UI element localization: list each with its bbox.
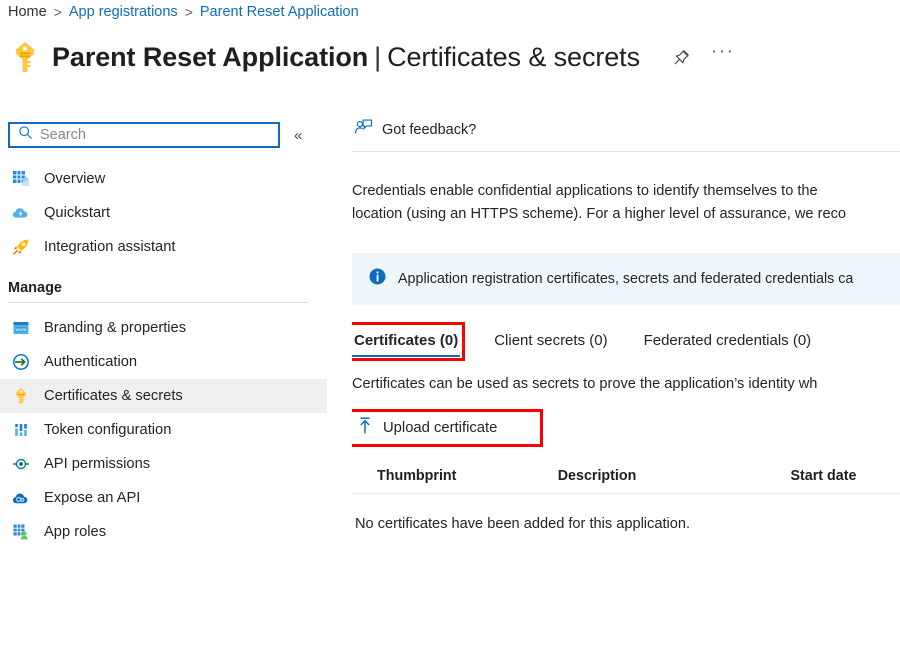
ellipsis-icon[interactable]: ··· xyxy=(711,47,734,67)
page-header-actions: ··· xyxy=(672,47,734,67)
sidebar-item-token-configuration[interactable]: Token configuration xyxy=(0,413,327,447)
got-feedback-button[interactable]: Got feedback? xyxy=(352,112,900,148)
sidebar-item-api-permissions[interactable]: API permissions xyxy=(0,447,327,481)
sidebar-item-label: Certificates & secrets xyxy=(44,388,183,404)
svg-text:www: www xyxy=(15,328,27,333)
divider xyxy=(352,151,900,152)
info-banner-text: Application registration certificates, s… xyxy=(398,271,853,287)
expose-api-cloud-icon xyxy=(11,488,31,508)
info-icon xyxy=(368,267,387,291)
breadcrumb-item-app-registrations[interactable]: App registrations xyxy=(69,4,178,20)
column-header-description: Description xyxy=(558,468,791,484)
tab-label: Client secrets (0) xyxy=(494,332,607,349)
upload-certificate-button[interactable]: Upload certificate xyxy=(352,414,538,442)
tab-federated-credentials[interactable]: Federated credentials (0) xyxy=(642,327,814,356)
divider xyxy=(352,493,900,494)
upload-certificate-label: Upload certificate xyxy=(383,420,497,436)
sidebar-item-label: Expose an API xyxy=(44,490,140,506)
sidebar-item-label: Overview xyxy=(44,171,105,187)
breadcrumb-item-home[interactable]: Home xyxy=(8,4,47,20)
sidebar-search-row: Search « xyxy=(8,122,302,148)
sidebar-item-label: API permissions xyxy=(44,456,150,472)
search-icon xyxy=(18,125,33,145)
quickstart-cloud-icon xyxy=(11,203,31,223)
sidebar-item-integration-assistant[interactable]: Integration assistant xyxy=(0,230,327,264)
breadcrumb-separator: > xyxy=(185,4,193,20)
search-placeholder: Search xyxy=(40,127,86,143)
tab-certificates[interactable]: Certificates (0) xyxy=(352,327,460,356)
sidebar-item-branding-properties[interactable]: www Branding & properties xyxy=(0,311,327,345)
tab-description: Certificates can be used as secrets to p… xyxy=(352,376,900,392)
token-bars-icon xyxy=(11,420,31,440)
main-content: Got feedback? Credentials enable confide… xyxy=(352,112,900,649)
breadcrumb: Home > App registrations > Parent Reset … xyxy=(8,4,359,20)
overview-grid-icon xyxy=(11,169,31,189)
sidebar-group-title: Manage xyxy=(8,280,310,302)
sidebar-group-manage: Manage xyxy=(0,280,310,303)
branding-window-icon: www xyxy=(11,318,31,338)
search-input[interactable]: Search xyxy=(8,122,280,148)
sidebar-item-quickstart[interactable]: Quickstart xyxy=(0,196,327,230)
got-feedback-label: Got feedback? xyxy=(382,122,476,138)
certificates-table: Thumbprint Description Start date No cer… xyxy=(352,468,900,532)
sidebar-item-certificates-secrets[interactable]: Certificates & secrets xyxy=(0,379,327,413)
key-icon xyxy=(8,36,42,78)
tab-label: Federated credentials (0) xyxy=(644,332,812,349)
sidebar-item-overview[interactable]: Overview xyxy=(0,162,327,196)
sidebar-item-label: Token configuration xyxy=(44,422,171,438)
upload-arrow-icon xyxy=(356,416,374,441)
sidebar-item-label: App roles xyxy=(44,524,106,540)
sidebar-item-app-roles[interactable]: App roles xyxy=(0,515,327,549)
page-title-app-name: Parent Reset Application xyxy=(52,42,368,72)
sidebar-item-expose-an-api[interactable]: Expose an API xyxy=(0,481,327,515)
intro-text: Credentials enable confidential applicat… xyxy=(352,180,900,226)
breadcrumb-separator: > xyxy=(54,4,62,20)
app-roles-icon xyxy=(11,522,31,542)
sidebar-item-label: Authentication xyxy=(44,354,137,370)
azure-portal-blade: Home > App registrations > Parent Reset … xyxy=(0,0,900,649)
sidebar-item-label: Integration assistant xyxy=(44,239,175,255)
table-empty-message: No certificates have been added for this… xyxy=(352,516,900,532)
page-title: Parent Reset Application|Certificates & … xyxy=(52,42,640,73)
tab-list: Certificates (0) Client secrets (0) Fede… xyxy=(352,327,900,356)
sidebar-item-label: Quickstart xyxy=(44,205,110,221)
chevron-double-left-icon[interactable]: « xyxy=(294,127,302,144)
breadcrumb-item-parent-reset-application[interactable]: Parent Reset Application xyxy=(200,4,359,20)
tab-active-underline xyxy=(352,355,460,357)
sidebar-item-authentication[interactable]: Authentication xyxy=(0,345,327,379)
authentication-arrow-icon xyxy=(11,352,31,372)
feedback-person-icon xyxy=(354,118,373,142)
column-header-thumbprint: Thumbprint xyxy=(352,468,558,484)
rocket-icon xyxy=(11,237,31,257)
table-header-row: Thumbprint Description Start date xyxy=(352,468,900,493)
page-header: Parent Reset Application|Certificates & … xyxy=(8,36,734,78)
key-icon xyxy=(11,386,31,406)
page-title-separator: | xyxy=(374,42,381,72)
sidebar-item-label: Branding & properties xyxy=(44,320,186,336)
sidebar-nav: Overview Quickstart xyxy=(0,162,340,549)
divider xyxy=(8,302,308,303)
tab-client-secrets[interactable]: Client secrets (0) xyxy=(492,327,609,356)
column-header-start-date: Start date xyxy=(790,468,900,484)
tab-label: Certificates (0) xyxy=(354,332,458,349)
info-banner: Application registration certificates, s… xyxy=(352,253,900,305)
sidebar: Search « Overview xyxy=(0,118,340,649)
page-title-blade-name: Certificates & secrets xyxy=(387,42,640,72)
api-permissions-icon xyxy=(11,454,31,474)
pin-icon[interactable] xyxy=(672,48,691,67)
